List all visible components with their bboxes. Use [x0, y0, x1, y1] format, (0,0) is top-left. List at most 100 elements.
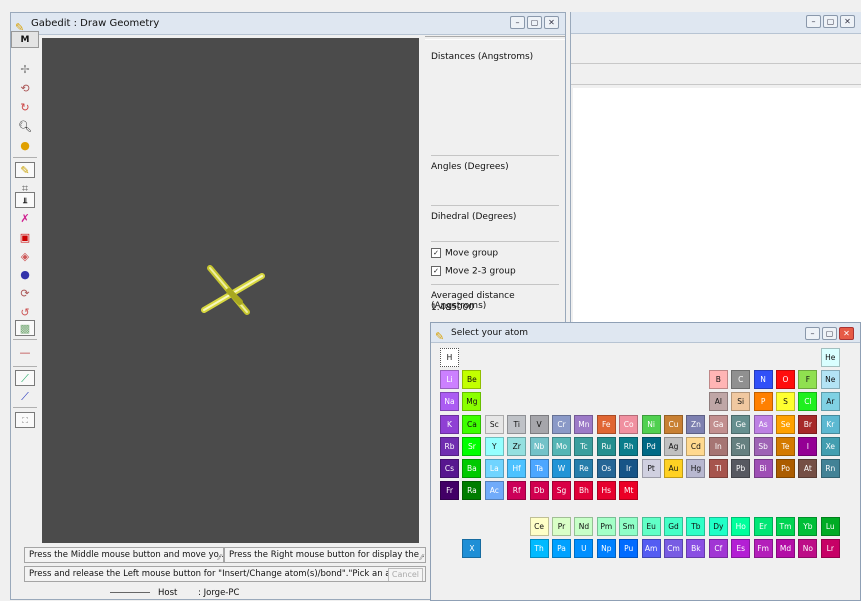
element-rn[interactable]: Rn — [820, 459, 840, 478]
element-re[interactable]: Re — [574, 459, 594, 478]
element-au[interactable]: Au — [664, 459, 683, 478]
element-pt[interactable]: Pt — [641, 459, 661, 478]
element-po[interactable]: Po — [776, 459, 795, 478]
element-db[interactable]: Db — [529, 481, 549, 501]
element-cf[interactable]: Cf — [708, 538, 728, 558]
element-c[interactable]: C — [731, 370, 751, 390]
element-pu[interactable]: Pu — [619, 538, 639, 558]
atom-prop-icon[interactable]: ⟳ — [15, 286, 35, 302]
element-ir[interactable]: Ir — [619, 459, 639, 478]
element-tb[interactable]: Tb — [686, 516, 706, 536]
element-dy[interactable]: Dy — [708, 516, 728, 536]
element-yb[interactable]: Yb — [798, 516, 818, 536]
element-mg[interactable]: Mg — [462, 392, 482, 412]
element-tl[interactable]: Tl — [708, 459, 728, 478]
minimize-icon[interactable]: – — [510, 16, 525, 29]
element-ho[interactable]: Ho — [731, 516, 751, 536]
element-hs[interactable]: Hs — [596, 481, 616, 501]
rotate-z-icon[interactable]: ↻ — [15, 100, 35, 116]
element-ba[interactable]: Ba — [462, 459, 482, 478]
element-ra[interactable]: Ra — [462, 481, 482, 501]
element-ru[interactable]: Ru — [596, 436, 616, 456]
element-y[interactable]: Y — [484, 436, 504, 456]
color-ball-icon[interactable]: ● — [15, 267, 35, 283]
element-pm[interactable]: Pm — [596, 516, 616, 536]
rotate-frag-icon[interactable]: ↺ — [15, 305, 35, 321]
element-pd[interactable]: Pd — [641, 436, 661, 456]
element-k[interactable]: K — [440, 414, 459, 434]
bond-icon[interactable]: ⫫ — [15, 192, 35, 208]
frame-icon[interactable]: ⛶ — [15, 412, 35, 428]
element-fe[interactable]: Fe — [596, 414, 616, 434]
element-ag[interactable]: Ag — [664, 436, 683, 456]
line-icon[interactable]: — — [15, 345, 35, 361]
element-zr[interactable]: Zr — [507, 436, 527, 456]
insert-atom-icon[interactable]: ✎ — [15, 162, 35, 178]
element-ca[interactable]: Ca — [462, 414, 482, 434]
element-p[interactable]: P — [753, 392, 773, 412]
element-co[interactable]: Co — [619, 414, 639, 434]
move-23-group-checkbox[interactable]: ✓ — [431, 266, 441, 276]
element-bh[interactable]: Bh — [574, 481, 594, 501]
element-mo[interactable]: Mo — [552, 436, 571, 456]
element-i[interactable]: I — [798, 436, 818, 456]
element-bi[interactable]: Bi — [753, 459, 773, 478]
element-sn[interactable]: Sn — [731, 436, 751, 456]
move-group-checkbox[interactable]: ✓ — [431, 248, 441, 258]
element-li[interactable]: Li — [440, 370, 459, 390]
element-kr[interactable]: Kr — [820, 414, 840, 434]
element-h[interactable]: H — [440, 348, 459, 367]
element-x[interactable]: X — [462, 538, 482, 558]
element-fm[interactable]: Fm — [753, 538, 773, 558]
scale-ball-icon[interactable]: ● — [15, 138, 35, 154]
minimize-icon[interactable]: – — [805, 327, 820, 340]
group-icon[interactable]: ▩ — [15, 320, 35, 336]
element-f[interactable]: F — [798, 370, 818, 390]
element-al[interactable]: Al — [708, 392, 728, 412]
element-rh[interactable]: Rh — [619, 436, 639, 456]
element-no[interactable]: No — [798, 538, 818, 558]
element-w[interactable]: W — [552, 459, 571, 478]
element-as[interactable]: As — [753, 414, 773, 434]
element-hf[interactable]: Hf — [507, 459, 527, 478]
element-np[interactable]: Np — [596, 538, 616, 558]
element-u[interactable]: U — [574, 538, 594, 558]
element-nb[interactable]: Nb — [529, 436, 549, 456]
element-ni[interactable]: Ni — [641, 414, 661, 434]
element-be[interactable]: Be — [462, 370, 482, 390]
close-icon[interactable]: ✕ — [840, 15, 855, 28]
element-cl[interactable]: Cl — [798, 392, 818, 412]
element-cd[interactable]: Cd — [686, 436, 706, 456]
element-in[interactable]: In — [708, 436, 728, 456]
element-md[interactable]: Md — [776, 538, 795, 558]
element-s[interactable]: S — [776, 392, 795, 412]
element-si[interactable]: Si — [731, 392, 751, 412]
element-lu[interactable]: Lu — [820, 516, 840, 536]
element-sg[interactable]: Sg — [552, 481, 571, 501]
element-zn[interactable]: Zn — [686, 414, 706, 434]
element-bk[interactable]: Bk — [686, 538, 706, 558]
element-es[interactable]: Es — [731, 538, 751, 558]
draw-bond-icon[interactable]: ⟋ — [15, 389, 35, 405]
element-cm[interactable]: Cm — [664, 538, 683, 558]
element-b[interactable]: B — [708, 370, 728, 390]
element-th[interactable]: Th — [529, 538, 549, 558]
element-ce[interactable]: Ce — [529, 516, 549, 536]
element-eu[interactable]: Eu — [641, 516, 661, 536]
element-am[interactable]: Am — [641, 538, 661, 558]
element-at[interactable]: At — [798, 459, 818, 478]
element-rb[interactable]: Rb — [440, 436, 459, 456]
element-ne[interactable]: Ne — [820, 370, 840, 390]
delete-icon[interactable]: ✗ — [15, 211, 35, 227]
element-v[interactable]: V — [529, 414, 549, 434]
element-cs[interactable]: Cs — [440, 459, 459, 478]
measure-icon[interactable]: ▣ — [15, 230, 35, 246]
element-ar[interactable]: Ar — [820, 392, 840, 412]
rotate-icon[interactable]: ⟲ — [15, 81, 35, 97]
element-se[interactable]: Se — [776, 414, 795, 434]
element-n[interactable]: N — [753, 370, 773, 390]
element-mn[interactable]: Mn — [574, 414, 594, 434]
close-icon[interactable]: ✕ — [544, 16, 559, 29]
element-rf[interactable]: Rf — [507, 481, 527, 501]
element-na[interactable]: Na — [440, 392, 459, 412]
